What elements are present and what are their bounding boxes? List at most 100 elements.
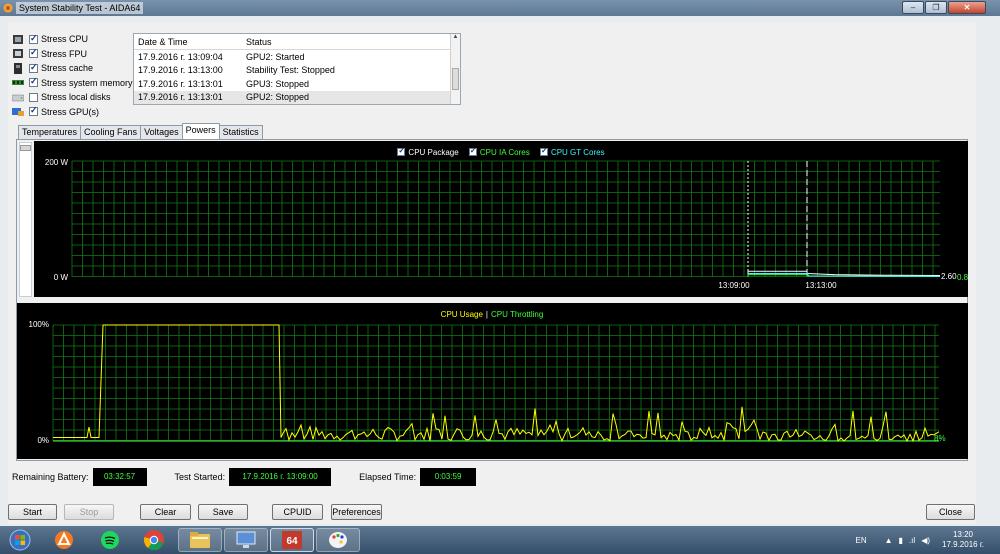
stress-gpu-checkbox[interactable] (29, 105, 38, 117)
tab-temperatures[interactable]: Temperatures (18, 125, 82, 139)
taskbar-paint[interactable] (316, 528, 360, 552)
legend-checkbox[interactable] (539, 146, 548, 156)
volume-icon[interactable]: ◀) (921, 536, 930, 545)
tab-bar: Temperatures Cooling Fans Voltages Power… (18, 123, 263, 139)
disk-icon (12, 94, 24, 102)
event-log[interactable]: Date & Time Status 17.9.2016 г. 13:09:04… (133, 33, 461, 105)
spotify-icon (101, 531, 119, 549)
window-title: System Stability Test - AIDA64 (16, 2, 144, 14)
language-indicator[interactable]: EN (856, 536, 867, 545)
log-status: GPU3: Stopped (246, 78, 310, 89)
legend-checkbox[interactable] (397, 146, 406, 156)
save-button[interactable]: Save (198, 504, 248, 520)
tab-powers[interactable]: Powers (181, 123, 220, 139)
stress-cache-checkbox[interactable] (29, 62, 38, 73)
power-chart-svg: 200 W 0 W 13:09:00 13:13:00 2.60 0.84 (45, 158, 968, 290)
legend-checkbox[interactable] (468, 146, 477, 156)
log-scroll-thumb[interactable] (452, 68, 459, 90)
power-sensor-list[interactable] (19, 142, 32, 297)
power-chart-grid (71, 160, 940, 277)
title-bar: System Stability Test - AIDA64 – ❐ ✕ (0, 0, 1000, 16)
avast-icon (55, 531, 73, 549)
stress-disks-label: Stress local disks (41, 92, 111, 103)
legend-label: CPU GT Cores (550, 148, 605, 157)
maximize-button[interactable]: ❐ (925, 1, 947, 14)
tab-cooling-fans[interactable]: Cooling Fans (80, 125, 142, 139)
log-status: GPU2: Stopped (246, 92, 310, 103)
log-scrollbar[interactable]: ▲ (450, 34, 460, 104)
memory-icon (12, 80, 24, 86)
stop-button[interactable]: Stop (64, 504, 114, 520)
log-header: Date & Time Status (134, 34, 460, 50)
log-row[interactable]: 17.9.2016 г. 13:13:01 GPU3: Stopped (134, 77, 460, 91)
log-row-selected[interactable]: 17.9.2016 г. 13:13:01 GPU2: Stopped (134, 90, 460, 104)
minimize-button[interactable]: – (902, 1, 924, 14)
status-bar: Remaining Battery: 03:32:57 Test Started… (12, 468, 477, 486)
log-status: GPU2: Started (246, 51, 305, 62)
tab-statistics[interactable]: Statistics (218, 125, 263, 139)
elapsed-value: 0:03:59 (420, 468, 477, 486)
tray-expand-icon[interactable]: ▲ (885, 536, 893, 545)
stress-options: Stress CPU Stress FPU Stress cache Stres… (12, 32, 133, 119)
close-button[interactable]: Close (926, 504, 975, 520)
signal-icon[interactable]: .ıl (909, 536, 915, 545)
legend-cpu-ia-cores[interactable]: CPU IA Cores (468, 146, 530, 157)
stress-memory-option[interactable]: Stress system memory (12, 76, 133, 91)
taskbar-aida64[interactable]: 64 (270, 528, 314, 552)
taskbar-spotify[interactable] (88, 528, 132, 552)
taskbar: 64 EN ▲ ▮ .ıl ◀) 13:20 17.9.2016 г. (0, 526, 1000, 554)
battery-icon[interactable]: ▮ (899, 536, 903, 545)
log-row[interactable]: 17.9.2016 г. 13:09:04 GPU2: Started (134, 50, 460, 64)
taskbar-file-explorer[interactable] (178, 528, 222, 552)
clear-button[interactable]: Clear (140, 504, 191, 520)
aida64-app-icon (3, 3, 13, 13)
log-datetime: 17.9.2016 г. 13:13:01 (138, 92, 223, 103)
stress-cpu-checkbox[interactable] (29, 33, 38, 44)
legend-cpu-package[interactable]: CPU Package (397, 146, 459, 157)
usage-chart-grid (52, 324, 939, 441)
taskbar-chrome[interactable] (132, 528, 176, 552)
cpu-icon (13, 34, 23, 44)
log-row[interactable]: 17.9.2016 г. 13:13:00 Stability Test: St… (134, 64, 460, 78)
stress-fpu-option[interactable]: Stress FPU (12, 47, 133, 62)
power-chart: 200 W 0 W 13:09:00 13:13:00 2.60 0.84 CP… (34, 141, 968, 297)
aida64-icon: 64 (282, 531, 302, 549)
stress-memory-checkbox[interactable] (29, 76, 38, 88)
cpu-usage-chart-svg: 100% 0% 8% CPU Usage | CPU Throttling (29, 310, 946, 445)
monitor-icon (236, 531, 256, 548)
tab-voltages[interactable]: Voltages (140, 125, 183, 139)
stress-cpu-option[interactable]: Stress CPU (12, 32, 133, 47)
log-column-status[interactable]: Status (242, 37, 460, 47)
stress-fpu-label: Stress FPU (41, 48, 88, 59)
cpuid-button[interactable]: CPUID (272, 504, 323, 520)
stress-cpu-label: Stress CPU (41, 34, 89, 45)
start-button[interactable]: Start (8, 504, 57, 520)
usage-legend: CPU Usage | CPU Throttling (441, 310, 544, 319)
preferences-button[interactable]: Preferences (331, 504, 382, 520)
battery-value: 03:32:57 (92, 468, 147, 486)
power-legend: CPU Package CPU IA Cores CPU GT Cores (34, 146, 968, 157)
legend-label: CPU Package (408, 148, 459, 157)
window-controls: – ❐ ✕ (901, 1, 986, 14)
legend-label: CPU IA Cores (479, 148, 530, 157)
close-window-button[interactable]: ✕ (948, 1, 986, 14)
cpu-usage-chart: 100% 0% 8% CPU Usage | CPU Throttling (17, 303, 968, 459)
stress-cache-option[interactable]: Stress cache (12, 61, 133, 76)
action-buttons: Start Stop Clear Save CPUID Preferences … (8, 504, 976, 520)
clock[interactable]: 13:20 17.9.2016 г. (942, 530, 984, 550)
scroll-up-arrow-icon[interactable]: ▲ (451, 34, 460, 44)
battery-label: Remaining Battery: (12, 472, 89, 482)
folder-icon (190, 532, 210, 548)
taskbar-remote-desktop[interactable] (224, 528, 268, 552)
system-tray: EN ▲ ▮ .ıl ◀) 13:20 17.9.2016 г. (856, 526, 985, 554)
legend-cpu-gt-cores[interactable]: CPU GT Cores (539, 146, 605, 157)
elapsed-label: Elapsed Time: (359, 472, 417, 482)
start-orb[interactable] (4, 528, 36, 552)
sensor-list-scroll-knob[interactable] (20, 145, 31, 151)
taskbar-avast[interactable] (42, 528, 86, 552)
stress-fpu-checkbox[interactable] (29, 47, 38, 59)
log-column-datetime[interactable]: Date & Time (134, 37, 242, 47)
stress-gpu-option[interactable]: Stress GPU(s) (12, 105, 133, 120)
stress-disks-option[interactable]: Stress local disks (12, 90, 133, 105)
stress-disks-checkbox[interactable] (29, 92, 38, 102)
